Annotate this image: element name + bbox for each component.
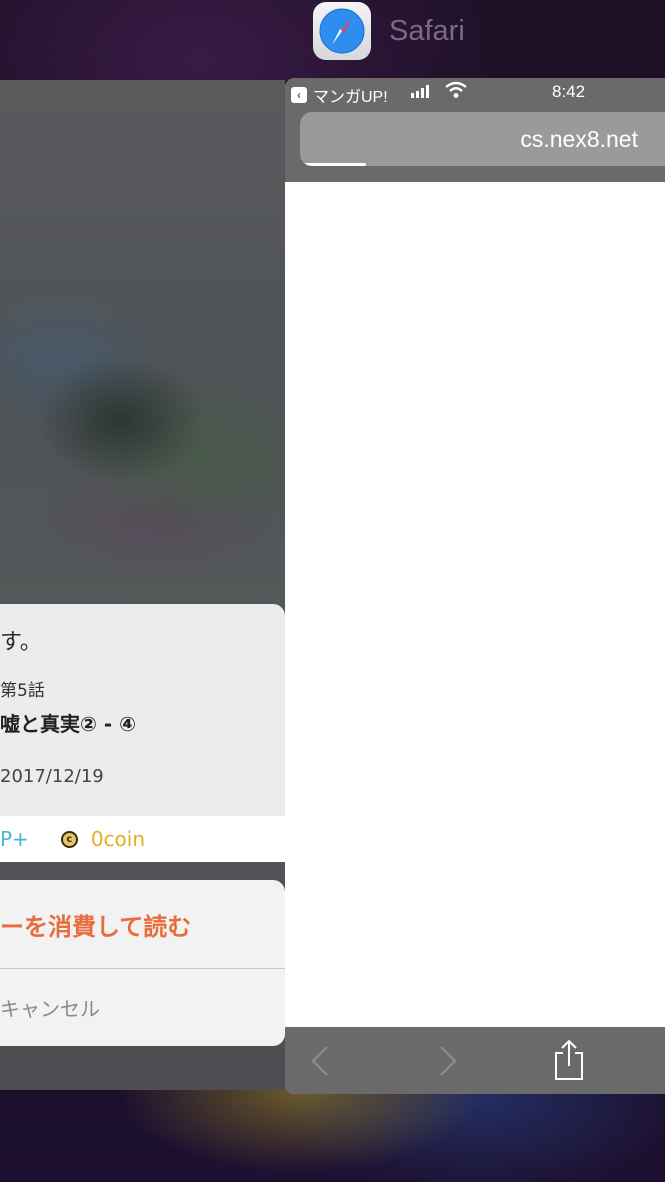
cancel-button[interactable]: キャンセル	[0, 969, 285, 1046]
chevron-left-icon[interactable]	[309, 1045, 331, 1077]
app-name: Safari	[389, 14, 465, 47]
status-bar: ‹ マンガUP! 8:42	[285, 78, 665, 106]
wifi-icon	[445, 81, 467, 98]
address-bar[interactable]: cs.nex8.net	[300, 112, 665, 166]
coin-icon-letter: c	[66, 833, 73, 845]
back-chevron-icon: ‹	[291, 87, 307, 103]
safari-toolbar	[285, 1027, 665, 1094]
coin-icon: c	[60, 830, 78, 848]
web-page-content[interactable]	[285, 182, 665, 1027]
share-icon[interactable]	[553, 1039, 585, 1081]
back-to-app-link[interactable]: ‹ マンガUP!	[291, 83, 388, 107]
points-balance: P+	[0, 827, 29, 851]
cellular-signal-icon	[411, 85, 429, 98]
manga-app-card[interactable]: す。 第5話 嘘と真実② - ④ 2017/12/19 P+ c 0coin ー…	[0, 80, 285, 1090]
dialog-message: す。	[0, 630, 42, 655]
balance-row: P+ c 0coin	[0, 816, 285, 862]
status-time: 8:42	[552, 82, 586, 101]
url-text: cs.nex8.net	[520, 126, 638, 152]
coin-balance: 0coin	[90, 827, 146, 851]
episode-title: 嘘と真実② - ④	[0, 712, 137, 736]
consume-and-read-button[interactable]: ーを消費して読む	[0, 880, 285, 968]
safari-nav-bar: cs.nex8.net	[285, 106, 665, 182]
app-switcher-header: Safari	[313, 0, 465, 62]
action-sheet: ーを消費して読む キャンセル	[0, 880, 285, 1046]
episode-date: 2017/12/19	[0, 766, 104, 787]
safari-app-card[interactable]: ‹ マンガUP! 8:42 cs.nex8.net	[285, 78, 665, 1094]
episode-number: 第5話	[0, 681, 45, 701]
chevron-right-icon[interactable]	[437, 1045, 459, 1077]
back-app-label: マンガUP!	[313, 89, 388, 106]
safari-compass-icon[interactable]	[313, 2, 371, 60]
purchase-dialog: す。 第5話 嘘と真実② - ④ 2017/12/19 P+ c 0coin	[0, 604, 285, 862]
page-load-progress	[304, 163, 367, 166]
